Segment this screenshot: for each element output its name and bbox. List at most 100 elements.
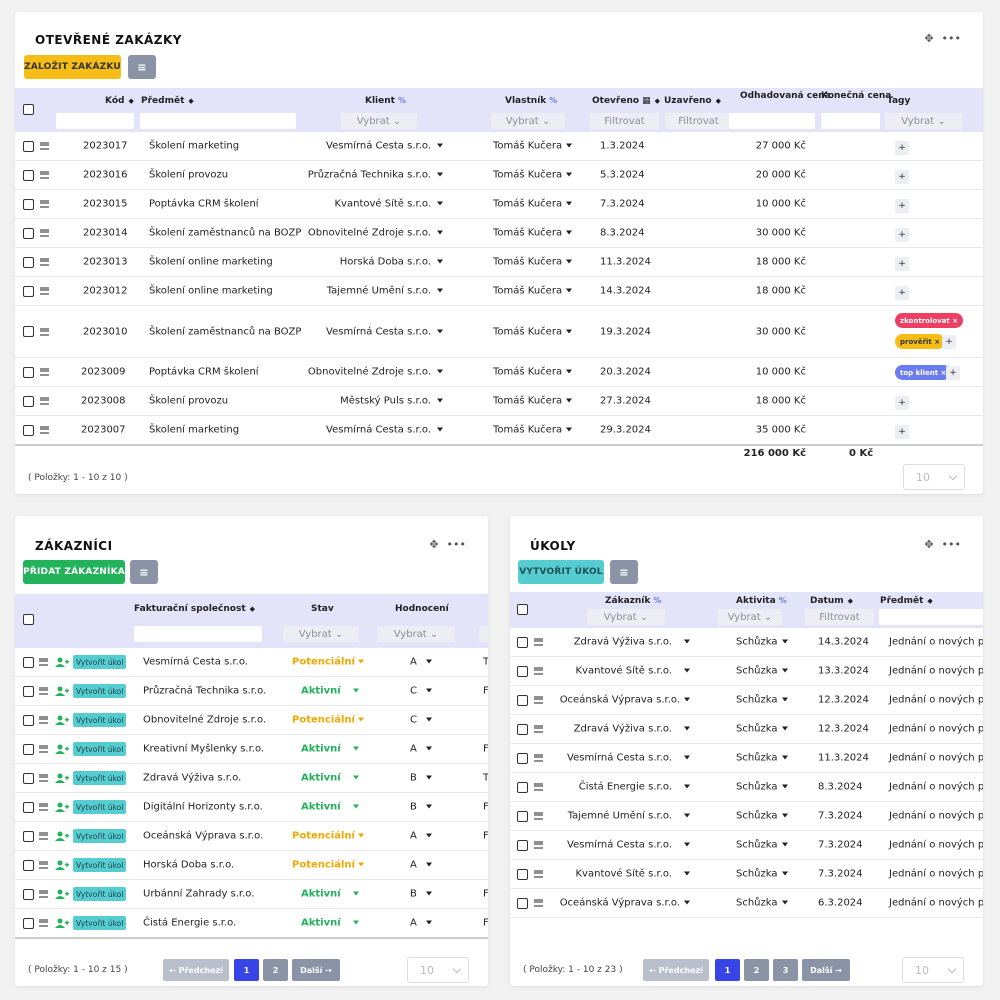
menu-icon[interactable]	[39, 774, 48, 782]
row-checkbox[interactable]	[517, 840, 528, 851]
col-tags[interactable]: Tagy	[887, 96, 910, 106]
customer-status[interactable]: Aktivní	[301, 686, 359, 697]
row-checkbox[interactable]	[517, 724, 528, 735]
menu-icon[interactable]	[40, 200, 49, 208]
menu-icon[interactable]	[534, 870, 543, 878]
table-row[interactable]: Zdravá Výživa s.r.o. Schůzka 14.3.2024 J…	[510, 628, 983, 657]
table-row[interactable]: 2023017 Školení marketing Vesmírná Cesta…	[15, 132, 983, 161]
customer-rating[interactable]: B	[410, 773, 432, 784]
menu-icon[interactable]	[39, 716, 48, 724]
add-user-icon[interactable]	[55, 860, 69, 870]
menu-icon[interactable]	[534, 899, 543, 907]
add-user-icon[interactable]	[55, 686, 69, 696]
tag-top-klient[interactable]: top klient ×	[895, 365, 952, 380]
owner-filter-select[interactable]: Vybrat ⌄	[491, 113, 565, 129]
code-filter-input[interactable]	[56, 113, 134, 129]
add-tag-button[interactable]: +	[895, 170, 909, 184]
table-row[interactable]: Kvantové Sítě s.r.o. Schůzka 7.3.2024 Je…	[510, 860, 983, 889]
customer-status[interactable]: Potenciální	[292, 715, 364, 726]
customer-rating[interactable]: A	[410, 744, 432, 755]
customer-status[interactable]: Aktivní	[301, 773, 359, 784]
final-filter-input[interactable]	[821, 113, 880, 129]
menu-icon[interactable]	[534, 667, 543, 675]
order-owner[interactable]: Tomáš Kučera	[493, 396, 573, 407]
col-customer[interactable]: Zákazník%	[605, 596, 661, 606]
col-subject[interactable]: Předmět ◆	[880, 596, 933, 606]
page-1-button[interactable]: 1	[234, 959, 259, 981]
table-row[interactable]: 2023009 Poptávka CRM školení Obnovitelné…	[15, 358, 983, 387]
task-activity[interactable]: Schůzka	[736, 724, 788, 735]
table-row[interactable]: Vytvořit úkol Čistá Energie s.r.o. Aktiv…	[15, 909, 488, 939]
more-icon[interactable]: •••	[942, 32, 961, 45]
task-activity[interactable]: Schůzka	[736, 666, 788, 677]
customer-status[interactable]: Potenciální	[292, 657, 364, 668]
order-client[interactable]: Vesmírná Cesta s.r.o.	[326, 326, 443, 337]
table-row[interactable]: Vytvořit úkol Zdravá Výživa s.r.o. Aktiv…	[15, 764, 488, 793]
row-checkbox[interactable]	[23, 367, 34, 378]
prev-page-button[interactable]: ← Předchozí	[643, 959, 709, 981]
order-owner[interactable]: Tomáš Kučera	[493, 367, 573, 378]
task-customer[interactable]: Čistá Energie s.r.o.	[579, 782, 690, 793]
page-1-button[interactable]: 1	[715, 959, 740, 981]
menu-icon[interactable]	[39, 745, 48, 753]
row-checkbox[interactable]	[23, 257, 34, 268]
customer-rating[interactable]: B	[410, 889, 432, 900]
menu-icon[interactable]	[534, 754, 543, 762]
menu-icon[interactable]	[534, 696, 543, 704]
table-row[interactable]: Vytvořit úkol Oceánská Výprava s.r.o. Po…	[15, 822, 488, 851]
company-filter-input[interactable]	[134, 626, 262, 642]
customer-status[interactable]: Aktivní	[301, 744, 359, 755]
add-tag-button[interactable]: +	[946, 366, 960, 380]
menu-icon[interactable]	[534, 638, 543, 646]
menu-icon[interactable]	[39, 919, 48, 927]
task-activity[interactable]: Schůzka	[736, 898, 788, 909]
customer-status[interactable]: Potenciální	[292, 860, 364, 871]
col-activity[interactable]: Aktivita%	[736, 596, 787, 606]
table-row[interactable]: Vytvořit úkol Horská Doba s.r.o. Potenci…	[15, 851, 488, 880]
closed-filter-input[interactable]: Filtrovat	[665, 113, 732, 129]
create-task-button[interactable]: Vytvořit úkol	[73, 713, 127, 727]
customer-rating[interactable]: A	[410, 860, 432, 871]
create-task-main-button[interactable]: VYTVOŘIT ÚKOL	[518, 560, 604, 584]
col-date[interactable]: Datum ◆	[810, 596, 853, 606]
table-row[interactable]: Vytvořit úkol Urbánní Zahrady s.r.o. Akt…	[15, 880, 488, 909]
table-row[interactable]: Tajemné Umění s.r.o. Schůzka 7.3.2024 Je…	[510, 802, 983, 831]
select-all-checkbox[interactable]	[23, 614, 34, 625]
table-row[interactable]: 2023013 Školení online marketing Horská …	[15, 248, 983, 277]
opened-filter-input[interactable]: Filtrovat	[590, 113, 659, 129]
add-user-icon[interactable]	[55, 889, 69, 899]
create-task-button[interactable]: Vytvořit úkol	[73, 742, 127, 756]
extra-filter[interactable]	[479, 626, 488, 642]
order-owner[interactable]: Tomáš Kučera	[493, 286, 573, 297]
next-page-button[interactable]: Další →	[292, 959, 340, 981]
task-customer[interactable]: Zdravá Výživa s.r.o.	[574, 724, 690, 735]
order-owner[interactable]: Tomáš Kučera	[493, 326, 573, 337]
orders-page-size-select[interactable]: 10	[903, 464, 965, 490]
order-client[interactable]: Horská Doba s.r.o.	[340, 257, 443, 268]
table-row[interactable]: Zdravá Výživa s.r.o. Schůzka 12.3.2024 J…	[510, 715, 983, 744]
row-checkbox[interactable]	[517, 869, 528, 880]
menu-icon[interactable]	[40, 368, 49, 376]
move-icon[interactable]: ✥	[924, 32, 933, 45]
row-checkbox[interactable]	[517, 898, 528, 909]
task-activity[interactable]: Schůzka	[736, 637, 788, 648]
menu-icon[interactable]	[40, 229, 49, 237]
row-checkbox[interactable]	[517, 695, 528, 706]
table-row[interactable]: Vytvořit úkol Obnovitelné Zdroje s.r.o. …	[15, 706, 488, 735]
col-opened[interactable]: Otevřeno ▦ ◆	[592, 96, 660, 106]
add-tag-button[interactable]: +	[895, 257, 909, 271]
date-filter-input[interactable]: Filtrovat	[805, 609, 874, 625]
table-row[interactable]: 2023014 Školení zaměstnanců na BOZP Obno…	[15, 219, 983, 248]
task-customer[interactable]: Vesmírná Cesta s.r.o.	[567, 840, 690, 851]
row-checkbox[interactable]	[23, 326, 34, 337]
table-row[interactable]: Vytvořit úkol Průzračná Technika s.r.o. …	[15, 677, 488, 706]
create-task-button[interactable]: Vytvořit úkol	[73, 916, 127, 930]
row-checkbox[interactable]	[23, 199, 34, 210]
estimated-filter-input[interactable]	[729, 113, 815, 129]
table-row[interactable]: 2023012 Školení online marketing Tajemné…	[15, 277, 983, 306]
menu-icon[interactable]	[39, 658, 48, 666]
add-user-icon[interactable]	[55, 657, 69, 667]
customer-status[interactable]: Aktivní	[301, 889, 359, 900]
tag-proverit[interactable]: prověřit ×	[895, 334, 946, 349]
order-client[interactable]: Vesmírná Cesta s.r.o.	[326, 425, 443, 436]
